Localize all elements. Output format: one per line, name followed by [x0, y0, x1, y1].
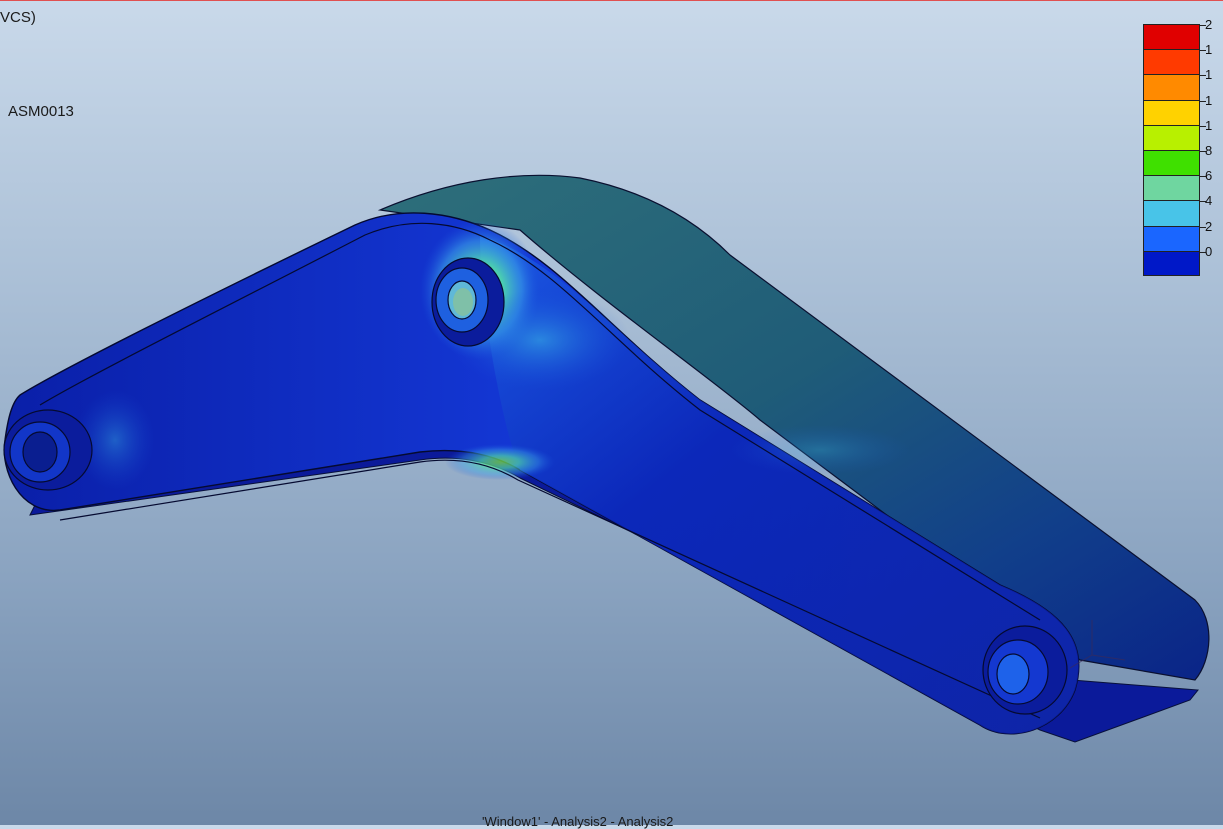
right-pin-boss: [982, 625, 1068, 715]
legend-tick-label: 1: [1205, 92, 1213, 108]
color-legend: 2 1 1 1 1 8 6 4 2 0: [1143, 18, 1223, 280]
legend-swatch: [1144, 25, 1199, 51]
legend-tick-label: 0: [1205, 243, 1213, 259]
legend-tick-label: 2: [1205, 17, 1213, 32]
legend-tick-label: 6: [1205, 168, 1213, 184]
window-title-label: 'Window1' - Analysis2 - Analysis2: [482, 814, 674, 829]
legend-swatch: [1144, 75, 1199, 101]
center-pin-boss: [431, 257, 505, 347]
left-pin-boss: [3, 409, 93, 491]
model-name-label: ASM0013: [8, 103, 74, 120]
legend-swatch: [1144, 50, 1199, 76]
legend-swatch: [1144, 176, 1199, 202]
legend-tick-label: 1: [1205, 67, 1213, 83]
legend-swatch: [1144, 151, 1199, 177]
legend-tick-label: 8: [1205, 143, 1213, 158]
legend-swatch: [1144, 201, 1199, 227]
legend-tick-label: 4: [1205, 193, 1213, 209]
stress-hotspot-lower: [445, 444, 555, 480]
legend-swatch: [1144, 125, 1199, 151]
legend-swatch: [1144, 226, 1199, 252]
legend-tick-label: 2: [1205, 218, 1213, 234]
csys-label: VCS): [0, 9, 36, 26]
model-viewport[interactable]: [0, 0, 1223, 825]
legend-swatch: [1144, 251, 1199, 275]
stress-zone-right: [730, 425, 910, 475]
legend-tick-label: 1: [1205, 117, 1213, 133]
legend-color-bar: [1143, 24, 1200, 276]
legend-swatch: [1144, 100, 1199, 126]
legend-tick-label: 1: [1205, 42, 1213, 58]
